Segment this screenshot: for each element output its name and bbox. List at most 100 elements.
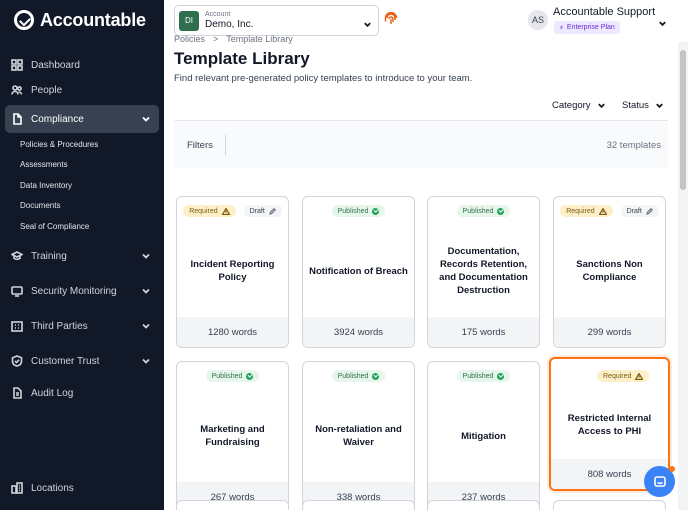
breadcrumb-separator: > [213,34,219,44]
card-badges: Published [177,370,288,382]
pencil-icon [645,207,653,215]
status-dropdown[interactable]: Status [622,100,664,111]
logo[interactable]: Accountable [14,9,146,31]
sidebar-subitem-assessments[interactable]: Assessments [20,160,68,169]
template-card-notification-of-breach[interactable]: Published Notification of Breach 3924 wo… [302,196,415,348]
card-title: Incident Reporting Policy [190,259,275,283]
sidebar-subitem-documents[interactable]: Documents [20,201,60,210]
sidebar-item-label: Locations [31,482,74,494]
card-badges: Published [303,370,414,382]
chevron-down-icon [141,321,151,331]
card-badges: Published [303,205,414,217]
published-badge: Published [331,370,386,382]
graduation-icon [11,250,23,262]
template-card[interactable] [427,500,540,510]
status-label: Status [622,100,649,111]
badge-label: Draft [626,207,642,215]
sidebar-item-label: Compliance [31,113,84,125]
plan-badge: ⚡︎ Enterprise Plan [554,21,620,34]
sidebar-item-dashboard[interactable]: Dashboard [5,51,159,79]
file-icon [11,387,23,399]
sidebar-item-locations[interactable]: Locations [5,474,159,502]
filters-bar: Filters 32 templates [174,122,668,168]
chat-icon [653,475,666,487]
sidebar-item-audit-log[interactable]: Audit Log [5,379,159,407]
filters-button[interactable]: Filters [187,140,213,151]
badge-label: Published [337,372,369,380]
check-circle-icon [246,372,254,380]
card-word-count: 299 words [554,317,665,347]
template-card-sanctions-non-compliance[interactable]: Required Draft Sanctions Non Compliance … [553,196,666,348]
sidebar-item-label: Audit Log [31,387,74,399]
category-dropdown[interactable]: Category [552,100,606,111]
user-name[interactable]: Accountable Support [553,6,655,18]
sidebar-item-label: People [31,84,63,96]
sidebar-item-people[interactable]: People [5,76,159,104]
warning-icon [634,371,644,380]
warning-icon [221,206,231,215]
sidebar-item-label: Customer Trust [31,355,100,367]
chevron-down-icon [597,103,605,109]
grid-icon [11,59,23,71]
required-badge: Required [560,205,613,217]
sidebar-subitem-data-inventory[interactable]: Data Inventory [20,181,72,190]
template-card-documentation-records[interactable]: Published Documentation, Records Retenti… [427,196,540,348]
chevron-down-icon[interactable] [658,15,667,27]
required-badge: Required [183,205,236,217]
card-title: Non-retaliation and Waiver [315,424,402,448]
published-badge: Published [456,370,511,382]
card-word-count: 3924 words [303,317,414,347]
sidebar-item-security-monitoring[interactable]: Security Monitoring [5,277,159,305]
template-card[interactable] [553,500,666,510]
sidebar-item-compliance[interactable]: Compliance [5,105,159,133]
chevron-down-icon [141,286,151,296]
sidebar-item-third-parties[interactable]: Third Parties [5,312,159,340]
account-selector[interactable]: DI Account Demo, Inc. [174,5,379,36]
fingerprint-icon[interactable] [384,11,398,26]
template-card[interactable] [176,500,289,510]
required-badge: Required [597,370,650,382]
page-title: Template Library [174,49,310,68]
breadcrumb: Policies > Template Library [174,34,301,44]
divider [174,120,668,121]
scroll-thumb[interactable] [680,50,686,190]
warning-icon [598,206,608,215]
sidebar-item-label: Third Parties [31,320,88,332]
page-subtitle: Find relevant pre-generated policy templ… [174,73,473,84]
card-title: Restricted Internal Access to PHI [567,413,652,437]
card-word-count: 175 words [428,317,539,347]
sidebar-subitem-seal[interactable]: Seal of Compliance [20,222,89,231]
template-card-incident-reporting[interactable]: Required Draft Incident Reporting Policy… [176,196,289,348]
template-card-non-retaliation[interactable]: Published Non-retaliation and Waiver 338… [302,361,415,510]
card-badges: Required [597,370,668,382]
monitor-icon [11,285,23,297]
chevron-down-icon [141,356,151,366]
sidebar-subitem-policies[interactable]: Policies & Procedures [20,140,98,149]
sidebar-item-label: Dashboard [31,59,80,71]
card-title: Documentation, Records Retention, and Do… [439,246,528,296]
breadcrumb-policies[interactable]: Policies [174,34,205,44]
notification-dot [669,466,675,472]
badge-label: Published [462,372,494,380]
card-title: Sanctions Non Compliance [576,259,643,283]
document-icon [11,113,23,125]
building-icon [11,320,23,332]
chevron-down-icon [141,114,151,124]
card-badges: Published [428,370,539,382]
published-badge: Published [456,205,511,217]
chat-button[interactable] [644,466,675,497]
template-card-mitigation[interactable]: Published Mitigation 237 words [427,361,540,510]
badge-label: Published [462,207,494,215]
account-avatar: DI [179,10,199,31]
chevron-down-icon [141,251,151,261]
shield-icon [11,355,23,367]
avatar[interactable]: AS [528,10,548,30]
template-card-marketing-fundraising[interactable]: Published Marketing and Fundraising 267 … [176,361,289,510]
badge-label: Required [603,372,632,380]
chevron-down-icon [656,103,663,109]
published-badge: Published [331,205,386,217]
template-card[interactable] [302,500,415,510]
sidebar-item-customer-trust[interactable]: Customer Trust [5,347,159,375]
sidebar-item-training[interactable]: Training [5,242,159,270]
scrollbar[interactable] [678,42,688,510]
